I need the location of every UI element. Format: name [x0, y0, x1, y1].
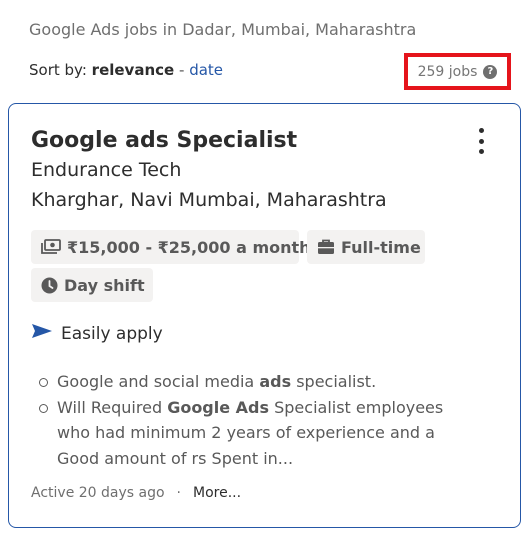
search-heading: Google Ads jobs in Dadar, Mumbai, Mahara… [29, 20, 417, 39]
easily-apply: Easily apply [31, 323, 163, 344]
shift-text: Day shift [64, 275, 145, 295]
job-card[interactable]: Google ads Specialist Endurance Tech Kha… [8, 103, 521, 528]
more-options-icon[interactable] [474, 128, 488, 154]
snippet-item: Will Required Google Ads Specialist empl… [39, 395, 479, 472]
salary-chip: ₹15,000 - ₹25,000 a month [31, 230, 311, 264]
send-arrow-icon [31, 323, 53, 344]
more-link[interactable]: More... [193, 485, 241, 501]
money-icon [41, 239, 61, 255]
sort-relevance-option[interactable]: relevance [92, 61, 175, 79]
company-name: Endurance Tech [31, 159, 182, 181]
job-snippet: Google and social media ads specialist. … [39, 369, 479, 471]
sort-label: Sort by: [29, 61, 87, 79]
easily-apply-label: Easily apply [61, 323, 163, 344]
question-circle-icon[interactable]: ? [483, 64, 498, 79]
sort-date-link[interactable]: date [189, 61, 223, 79]
salary-text: ₹15,000 - ₹25,000 a month [67, 237, 311, 257]
job-count: 259 jobs [417, 63, 478, 80]
job-location: Kharghar, Navi Mumbai, Maharashtra [31, 189, 387, 211]
clock-icon [41, 277, 58, 294]
shift-chip: Day shift [31, 268, 153, 302]
job-footer: Active 20 days ago · More... [31, 485, 241, 501]
job-count-box: 259 jobs ? [404, 53, 511, 90]
job-type-chip: Full-time [307, 230, 425, 264]
footer-separator: · [176, 485, 181, 501]
briefcase-icon [317, 239, 335, 255]
snippet-item: Google and social media ads specialist. [39, 369, 479, 395]
job-type-text: Full-time [341, 237, 421, 257]
posted-date: Active 20 days ago [31, 485, 165, 501]
job-title[interactable]: Google ads Specialist [31, 128, 297, 153]
sort-bar: Sort by: relevance - date [29, 61, 223, 79]
sort-separator: - [178, 61, 185, 79]
